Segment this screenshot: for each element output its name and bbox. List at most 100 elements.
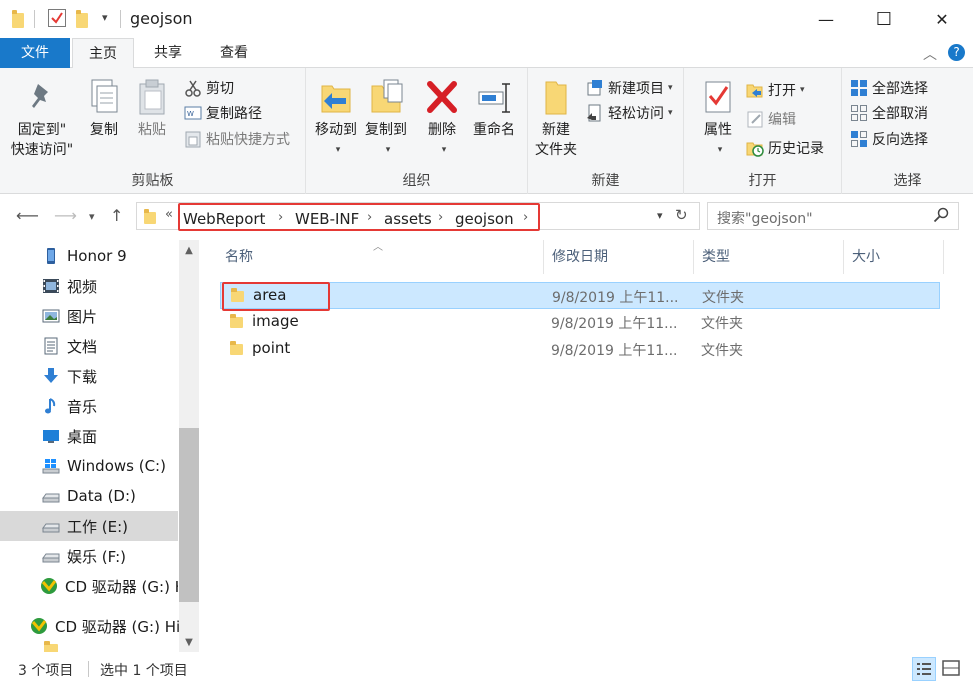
cd-drive-icon <box>30 617 48 635</box>
annotation-highlight-box <box>222 282 330 311</box>
cut-button[interactable]: 剪切 <box>184 76 234 100</box>
close-button[interactable]: ✕ <box>913 0 971 38</box>
nav-item-data-d[interactable]: Data (D:) <box>0 481 178 511</box>
paste-shortcut-button[interactable]: 粘贴快捷方式 <box>184 127 290 151</box>
chevron-right-icon[interactable]: › <box>367 210 372 225</box>
select-group-label: 选择 <box>893 173 922 189</box>
back-button[interactable]: ⟵ <box>16 206 39 225</box>
copy-button[interactable]: 复制 <box>84 78 124 140</box>
scroll-thumb[interactable] <box>179 428 199 602</box>
tab-file[interactable]: 文件 <box>0 38 70 68</box>
nav-item-honor-9[interactable]: Honor 9 <box>0 241 178 271</box>
tab-share[interactable]: 共享 <box>140 38 196 68</box>
history-icon <box>746 139 764 157</box>
navigation-pane: Honor 9 视频 图片 文档 下载 音乐 桌面 Windows (C:) D… <box>0 240 200 652</box>
column-header-modified[interactable]: 修改日期 <box>544 240 694 274</box>
rename-button[interactable]: 重命名 <box>466 78 522 140</box>
delete-button[interactable]: 删除 ▾ <box>422 78 462 160</box>
properties-button[interactable]: 属性 ▾ <box>696 78 740 160</box>
copy-to-button[interactable]: 复制到 ▾ <box>362 78 410 160</box>
new-item-button[interactable]: 新建项目 ▾ <box>586 76 673 100</box>
select-all-button[interactable]: 全部选择 <box>850 76 928 100</box>
new-folder-icon[interactable] <box>76 10 90 28</box>
nav-item-label: 视频 <box>67 277 98 296</box>
pin-to-quick-access-button[interactable]: 固定到" 快速访问" <box>4 78 80 160</box>
new-folder-button[interactable]: 新建 文件夹 <box>532 78 580 160</box>
invert-selection-button[interactable]: 反向选择 <box>850 127 928 151</box>
edit-button[interactable]: 编辑 <box>746 107 796 131</box>
nav-item-label: CD 驱动器 (G:) HiS <box>55 617 190 636</box>
recent-locations-button[interactable]: ▾ <box>89 210 95 223</box>
table-row-point[interactable]: point 9/8/2019 上午11... 文件夹 <box>220 336 940 363</box>
nav-item-partial[interactable] <box>0 641 178 652</box>
ribbon: 固定到" 快速访问" 复制 粘贴 剪切 W 复制路径 粘贴快捷方式 剪贴板 移动… <box>0 68 973 194</box>
nav-item-entertainment-f[interactable]: 娱乐 (F:) <box>0 541 178 571</box>
tab-view[interactable]: 查看 <box>204 38 264 68</box>
nav-scrollbar[interactable]: ▲ ▼ <box>179 240 199 652</box>
svg-text:W: W <box>187 110 194 118</box>
nav-item-windows-c[interactable]: Windows (C:) <box>0 451 178 481</box>
move-to-button[interactable]: 移动到 ▾ <box>312 78 360 160</box>
column-header-type[interactable]: 类型 <box>694 240 844 274</box>
breadcrumb: WebReport › WEB-INF › assets › geojson › <box>178 203 540 231</box>
scroll-up-icon[interactable]: ▲ <box>179 242 199 260</box>
folder-icon[interactable] <box>12 10 26 28</box>
nav-item-videos[interactable]: 视频 <box>0 271 178 301</box>
search-icon[interactable] <box>933 207 949 227</box>
open-label: 打开 <box>768 83 796 99</box>
minimize-button[interactable]: — <box>797 0 855 38</box>
select-none-button[interactable]: 全部取消 <box>850 101 928 125</box>
nav-item-label: 下载 <box>67 367 98 386</box>
nav-item-cd-drive-g[interactable]: CD 驱动器 (G:) H <box>0 571 178 601</box>
column-header-size[interactable]: 大小 <box>844 240 944 274</box>
nav-item-downloads[interactable]: 下载 <box>0 361 178 391</box>
properties-icon[interactable] <box>48 9 66 27</box>
window-title: geojson <box>130 9 193 28</box>
open-button[interactable]: 打开 ▾ <box>746 78 805 102</box>
file-type: 文件夹 <box>702 290 744 306</box>
breadcrumb-geojson[interactable]: geojson <box>455 210 514 228</box>
nav-item-label: Data (D:) <box>67 487 136 505</box>
chevron-right-icon[interactable]: › <box>438 210 443 225</box>
maximize-button[interactable]: ☐ <box>855 0 913 38</box>
nav-item-label: Honor 9 <box>67 247 127 265</box>
chevron-right-icon[interactable]: › <box>523 210 528 225</box>
rename-label: 重命名 <box>473 122 515 138</box>
nav-item-desktop[interactable]: 桌面 <box>0 421 178 451</box>
nav-item-label: 音乐 <box>67 397 98 416</box>
up-button[interactable]: ↑ <box>110 206 123 225</box>
chevron-right-icon[interactable]: › <box>278 210 283 225</box>
drive-icon <box>42 547 60 565</box>
nav-item-cd-drive-g-2[interactable]: CD 驱动器 (G:) HiS <box>0 611 200 641</box>
scroll-down-icon[interactable]: ▼ <box>179 634 199 652</box>
nav-item-pictures[interactable]: 图片 <box>0 301 178 331</box>
folder-icon <box>230 341 244 356</box>
nav-item-music[interactable]: 音乐 <box>0 391 178 421</box>
customize-quick-access-button[interactable]: ▾ <box>102 11 108 24</box>
easy-access-label: 轻松访问 <box>608 106 664 122</box>
copy-path-button[interactable]: W 复制路径 <box>184 101 262 125</box>
delete-dropdown-icon: ▾ <box>441 145 447 155</box>
breadcrumb-webreport[interactable]: WebReport <box>183 210 265 228</box>
select-none-label: 全部取消 <box>872 106 928 122</box>
overflow-crumbs-button[interactable]: « <box>165 207 173 222</box>
forward-button[interactable]: ⟶ <box>54 206 77 225</box>
nav-item-work-e[interactable]: 工作 (E:) <box>0 511 178 541</box>
details-view-icon[interactable] <box>912 657 936 681</box>
paste-button[interactable]: 粘贴 <box>132 78 172 140</box>
history-button[interactable]: 历史记录 <box>746 136 824 160</box>
tab-home[interactable]: 主页 <box>72 38 134 69</box>
collapse-ribbon-button[interactable]: ︿ <box>923 44 937 64</box>
large-icons-view-icon[interactable] <box>940 657 964 681</box>
search-input[interactable]: 搜索"geojson" <box>707 202 959 230</box>
easy-access-button[interactable]: 轻松访问 ▾ <box>586 101 673 125</box>
address-history-dropdown-icon[interactable]: ▾ <box>657 209 663 222</box>
help-button[interactable]: ? <box>948 44 965 61</box>
nav-item-documents[interactable]: 文档 <box>0 331 178 361</box>
table-row-image[interactable]: image 9/8/2019 上午11... 文件夹 <box>220 309 940 336</box>
new-group-label: 新建 <box>591 173 620 189</box>
open-group: 属性 ▾ 打开 ▾ 编辑 历史记录 打开 <box>684 68 842 194</box>
breadcrumb-web-inf[interactable]: WEB-INF <box>295 210 359 228</box>
breadcrumb-assets[interactable]: assets <box>384 210 432 228</box>
refresh-icon[interactable]: ↻ <box>675 206 688 224</box>
